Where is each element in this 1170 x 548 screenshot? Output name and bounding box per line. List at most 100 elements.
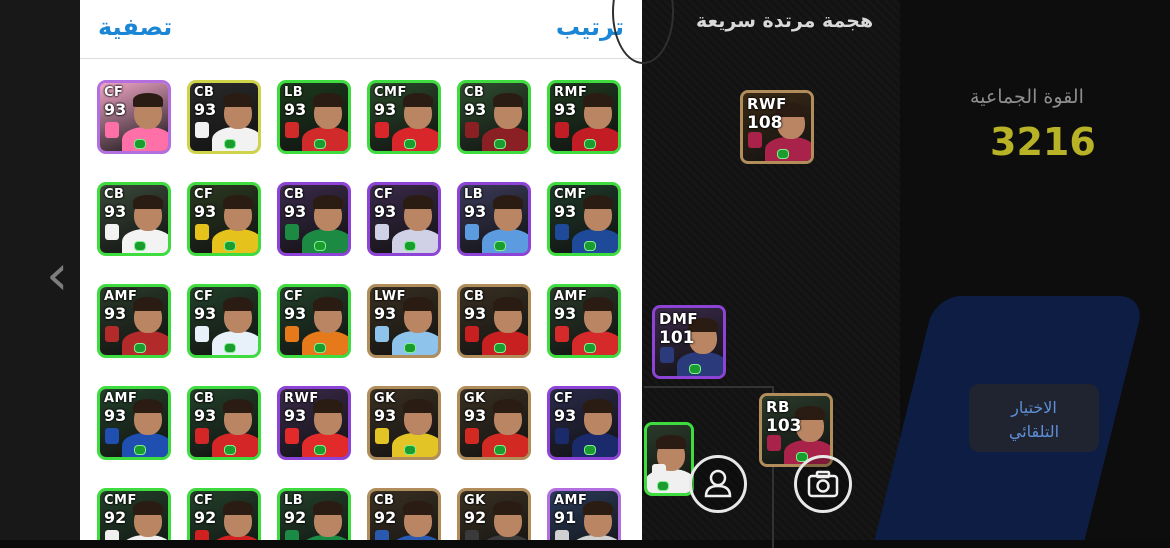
player-position: CMF: [374, 85, 407, 100]
club-badge-icon: [105, 224, 119, 240]
player-card[interactable]: CMF 93: [367, 80, 441, 154]
player-card[interactable]: CF 93: [367, 182, 441, 256]
player-shirt: [482, 229, 528, 253]
player-hair: [583, 501, 613, 515]
player-shirt: [572, 433, 618, 457]
player-card[interactable]: GK 92: [457, 488, 531, 540]
auto-select-label-line1: الاختيار: [1011, 398, 1057, 417]
club-badge-icon: [285, 326, 299, 342]
player-rating: 92: [194, 508, 217, 527]
club-badge-icon: [465, 428, 479, 444]
player-rating: 92: [374, 508, 397, 527]
player-hair: [403, 501, 433, 515]
club-badge-icon: [652, 464, 666, 480]
player-card[interactable]: LWF 93: [367, 284, 441, 358]
player-rating: 93: [104, 406, 127, 425]
player-shirt: [302, 127, 348, 151]
player-card[interactable]: CMF 93: [547, 182, 621, 256]
player-card[interactable]: GK 93: [367, 386, 441, 460]
player-card[interactable]: CF 93: [187, 284, 261, 358]
player-card[interactable]: AMF 91: [547, 488, 621, 540]
camera-button[interactable]: [794, 455, 852, 513]
chevron-left-icon[interactable]: ‹: [46, 248, 68, 304]
squad-player-card[interactable]: [644, 422, 694, 496]
player-card[interactable]: CB 93: [457, 80, 531, 154]
club-badge-icon: [195, 224, 209, 240]
squad-player-card[interactable]: RWF 108: [740, 90, 814, 164]
condition-indicator-icon: [494, 241, 506, 251]
player-card[interactable]: LB 93: [277, 80, 351, 154]
player-shirt: [212, 331, 258, 355]
player-card[interactable]: AMF 93: [547, 284, 621, 358]
player-card[interactable]: CF 93: [187, 182, 261, 256]
player-shirt: [122, 331, 168, 355]
player-hair: [583, 399, 613, 413]
squad-player-card[interactable]: DMF 101: [652, 305, 726, 379]
camera-icon: [807, 470, 839, 498]
player-shirt: [677, 352, 723, 376]
player-rating: 93: [104, 202, 127, 221]
player-hair: [133, 195, 163, 209]
player-hair: [133, 399, 163, 413]
club-badge-icon: [375, 122, 389, 138]
club-badge-icon: [105, 326, 119, 342]
player-card[interactable]: GK 93: [457, 386, 531, 460]
player-hair: [223, 93, 253, 107]
club-badge-icon: [285, 530, 299, 540]
player-rating: 93: [464, 100, 487, 119]
player-card[interactable]: RMF 93: [547, 80, 621, 154]
player-position: LB: [284, 85, 304, 100]
club-badge-icon: [285, 428, 299, 444]
player-card[interactable]: AMF 93: [97, 284, 171, 358]
player-position: RB: [766, 398, 790, 416]
player-card[interactable]: CB 93: [187, 80, 261, 154]
auto-select-button[interactable]: الاختيار التلقائي: [969, 384, 1099, 452]
club-badge-icon: [375, 224, 389, 240]
player-shirt: [482, 127, 528, 151]
player-card[interactable]: CMF 92: [97, 488, 171, 540]
player-card[interactable]: CF 93: [277, 284, 351, 358]
player-hair: [313, 195, 343, 209]
player-shirt: [212, 433, 258, 457]
player-hair: [313, 93, 343, 107]
player-position: RMF: [554, 85, 588, 100]
player-card[interactable]: CB 93: [277, 182, 351, 256]
player-position: CF: [194, 493, 214, 508]
player-shirt: [572, 331, 618, 355]
condition-indicator-icon: [404, 241, 416, 251]
player-selection-panel: تصفية ترتيب CF 93 CB 93 LB 93 CMF 93 CB 93 RMF 93 CB…: [80, 0, 642, 540]
player-card[interactable]: CF 93: [547, 386, 621, 460]
player-hair: [403, 195, 433, 209]
condition-indicator-icon: [314, 139, 326, 149]
player-card[interactable]: AMF 93: [97, 386, 171, 460]
club-badge-icon: [555, 428, 569, 444]
player-hair: [493, 501, 523, 515]
filter-button[interactable]: تصفية: [98, 13, 172, 41]
player-card[interactable]: CB 93: [97, 182, 171, 256]
condition-indicator-icon: [689, 364, 701, 374]
player-rating: 93: [194, 304, 217, 323]
player-hair: [403, 297, 433, 311]
condition-indicator-icon: [224, 139, 236, 149]
player-shirt: [302, 331, 348, 355]
player-card[interactable]: LB 92: [277, 488, 351, 540]
player-rating: 93: [554, 304, 577, 323]
player-card[interactable]: CB 93: [457, 284, 531, 358]
player-shirt: [302, 229, 348, 253]
player-card[interactable]: CF 92: [187, 488, 261, 540]
player-profile-button[interactable]: [689, 455, 747, 513]
player-card[interactable]: CF 93: [97, 80, 171, 154]
player-position: CF: [554, 391, 574, 406]
player-card[interactable]: CB 92: [367, 488, 441, 540]
player-card[interactable]: LB 93: [457, 182, 531, 256]
player-hair: [583, 195, 613, 209]
player-rating: 93: [464, 406, 487, 425]
condition-indicator-icon: [314, 343, 326, 353]
player-hair: [493, 297, 523, 311]
player-card[interactable]: CB 93: [187, 386, 261, 460]
player-card[interactable]: RWF 93: [277, 386, 351, 460]
player-rating: 101: [659, 328, 695, 348]
player-rating: 93: [104, 304, 127, 323]
club-badge-icon: [375, 530, 389, 540]
player-shirt: [122, 229, 168, 253]
